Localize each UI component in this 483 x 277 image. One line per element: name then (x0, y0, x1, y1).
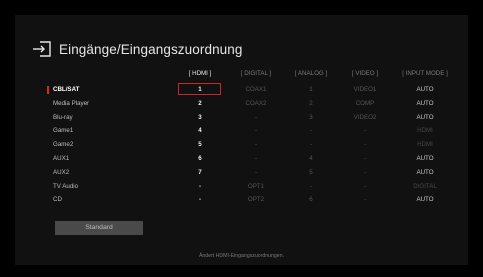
mode-assignment-cell[interactable]: HDMI (417, 141, 433, 148)
video-assignment-cell[interactable]: - (364, 196, 366, 203)
digital-assignment-cell[interactable]: - (255, 114, 257, 121)
column-header-video: [ VIDEO ] (351, 70, 379, 77)
video-assignment-cell[interactable]: VIDEO1 (354, 86, 377, 93)
table-row[interactable]: AUX2 7 - 5 - AUTO (15, 167, 468, 180)
digital-assignment-cell[interactable]: OPT2 (248, 196, 264, 203)
analog-assignment-cell[interactable]: 2 (309, 100, 312, 107)
source-label: AUX1 (53, 155, 70, 162)
source-label: TV Audio (53, 182, 79, 190)
mode-assignment-cell[interactable]: AUTO (416, 100, 433, 107)
hdmi-assignment-cell[interactable]: 6 (198, 155, 201, 162)
page-title: Eingänge/Eingangszuordnung (59, 41, 243, 57)
table-row[interactable]: Game2 5 - - - HDMI (15, 139, 468, 152)
analog-assignment-cell[interactable]: 3 (309, 114, 312, 121)
column-header-analog: [ ANALOG ] (294, 70, 328, 77)
video-assignment-cell[interactable]: COMP (356, 100, 375, 107)
standard-button[interactable]: Standard (55, 221, 143, 235)
video-assignment-cell[interactable]: - (364, 169, 366, 176)
video-assignment-cell[interactable]: VIDEO2 (354, 114, 377, 121)
analog-assignment-cell[interactable]: 5 (309, 169, 312, 176)
analog-assignment-cell[interactable]: 1 (309, 86, 312, 93)
source-label: Blu-ray (53, 113, 73, 121)
digital-assignment-cell[interactable]: OPT1 (248, 183, 264, 190)
digital-assignment-cell[interactable]: - (255, 127, 257, 134)
video-assignment-cell[interactable]: - (364, 141, 366, 148)
column-header-input-mode: [ INPUT MODE ] (402, 70, 448, 77)
hdmi-assignment-cell[interactable]: 4 (198, 127, 201, 134)
video-assignment-cell[interactable]: - (364, 155, 366, 162)
table-row[interactable]: Game1 4 - - - HDMI (15, 125, 468, 138)
digital-assignment-cell[interactable]: - (255, 169, 257, 176)
source-label: AUX2 (53, 168, 70, 176)
analog-assignment-cell[interactable]: 6 (309, 196, 312, 203)
analog-assignment-cell[interactable]: - (310, 183, 312, 190)
video-assignment-cell[interactable]: - (364, 127, 366, 134)
hdmi-assignment-cell[interactable]: - (199, 183, 201, 190)
table-row[interactable]: CBL/SAT 1 COAX1 1 VIDEO1 AUTO (15, 83, 468, 97)
digital-assignment-cell[interactable]: - (255, 155, 257, 162)
mode-assignment-cell[interactable]: AUTO (416, 169, 433, 176)
source-label: Media Player (53, 99, 90, 107)
mode-assignment-cell[interactable]: AUTO (416, 86, 433, 93)
analog-assignment-cell[interactable]: - (310, 127, 312, 134)
hdmi-assignment-cell[interactable]: - (199, 196, 201, 203)
selection-marker (47, 86, 49, 94)
digital-assignment-cell[interactable]: COAX1 (246, 86, 267, 93)
table-row[interactable]: Blu-ray 3 - 3 VIDEO2 AUTO (15, 112, 468, 125)
hdmi-assignment-cell[interactable]: 2 (198, 100, 201, 107)
input-arrow-icon (33, 41, 51, 57)
mode-assignment-cell[interactable]: HDMI (417, 127, 433, 134)
source-label: CBL/SAT (53, 86, 80, 93)
source-label: CD (53, 196, 62, 204)
table-row[interactable]: CD - OPT2 6 - AUTO (15, 194, 468, 207)
mode-assignment-cell[interactable]: DIGITAL (413, 183, 437, 190)
setup-screen: Eingänge/Eingangszuordnung [ HDMI ] [ DI… (15, 15, 468, 265)
table-row[interactable]: TV Audio - OPT1 - - DIGITAL (15, 181, 468, 194)
digital-assignment-cell[interactable]: - (255, 141, 257, 148)
table-row[interactable]: Media Player 2 COAX2 2 COMP AUTO (15, 98, 468, 111)
mode-assignment-cell[interactable]: AUTO (416, 114, 433, 121)
status-text: Ändert HDMI-Eingangszuordnungen. (198, 253, 285, 259)
analog-assignment-cell[interactable]: 4 (309, 155, 312, 162)
hdmi-assignment-cell[interactable]: 1 (198, 86, 201, 93)
page-header: Eingänge/Eingangszuordnung (31, 40, 243, 58)
video-assignment-cell[interactable]: - (364, 183, 366, 190)
digital-assignment-cell[interactable]: COAX2 (246, 100, 267, 107)
hdmi-assignment-cell[interactable]: 3 (198, 114, 201, 121)
mode-assignment-cell[interactable]: AUTO (416, 196, 433, 203)
source-label: Game1 (53, 127, 74, 135)
mode-assignment-cell[interactable]: AUTO (416, 155, 433, 162)
column-header-digital: [ DIGITAL ] (240, 70, 272, 77)
column-header-hdmi: [ HDMI ] (188, 70, 212, 77)
analog-assignment-cell[interactable]: - (310, 141, 312, 148)
hdmi-assignment-cell[interactable]: 7 (198, 169, 201, 176)
hdmi-assignment-cell[interactable]: 5 (198, 141, 201, 148)
table-row[interactable]: AUX1 6 - 4 - AUTO (15, 153, 468, 166)
source-label: Game2 (53, 141, 74, 149)
